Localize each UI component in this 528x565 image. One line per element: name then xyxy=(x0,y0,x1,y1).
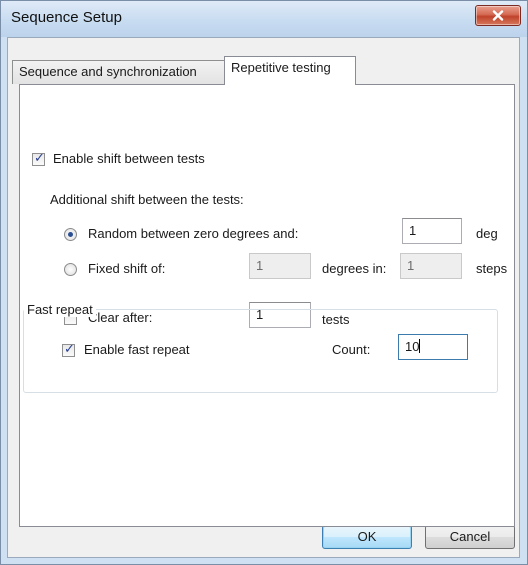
degrees-in-label: degrees in: xyxy=(322,261,387,276)
enable-fast-repeat-label: Enable fast repeat xyxy=(84,342,190,357)
close-button[interactable] xyxy=(475,5,521,26)
dialog-client-area: Sequence and synchronization Repetitive … xyxy=(7,37,520,558)
enable-shift-checkbox[interactable] xyxy=(32,151,45,166)
random-shift-label: Random between zero degrees and: xyxy=(88,226,299,241)
close-icon xyxy=(492,10,504,21)
fixed-shift-steps-input[interactable]: 1 xyxy=(400,253,462,279)
count-value: 10 xyxy=(405,339,420,354)
tab-sequence-and-synchronization[interactable]: Sequence and synchronization xyxy=(12,60,225,84)
steps-unit-label: steps xyxy=(476,261,508,276)
fast-repeat-title: Fast repeat xyxy=(24,302,96,317)
random-degrees-unit: deg xyxy=(476,226,498,241)
cancel-button[interactable]: Cancel xyxy=(425,525,515,549)
text-caret xyxy=(419,339,421,353)
count-input[interactable]: 10 xyxy=(398,334,468,360)
enable-fast-repeat-checkbox[interactable] xyxy=(62,342,75,357)
fixed-shift-label: Fixed shift of: xyxy=(88,261,166,276)
random-degrees-input[interactable]: 1 xyxy=(402,218,462,244)
tab-label: Sequence and synchronization xyxy=(19,64,197,79)
random-shift-radio[interactable] xyxy=(64,228,77,241)
fixed-shift-radio[interactable] xyxy=(64,263,77,276)
sequence-setup-dialog: Sequence Setup Sequence and synchronizat… xyxy=(0,0,528,565)
additional-shift-heading: Additional shift between the tests: xyxy=(50,192,244,207)
tab-repetitive-testing[interactable]: Repetitive testing xyxy=(224,56,356,85)
ok-button[interactable]: OK xyxy=(322,525,412,549)
fixed-shift-degrees-input[interactable]: 1 xyxy=(249,253,311,279)
title-bar[interactable]: Sequence Setup xyxy=(1,1,527,37)
window-title: Sequence Setup xyxy=(11,9,122,26)
enable-shift-label: Enable shift between tests xyxy=(53,151,205,166)
tab-label: Repetitive testing xyxy=(231,60,331,75)
count-label: Count: xyxy=(332,342,371,357)
